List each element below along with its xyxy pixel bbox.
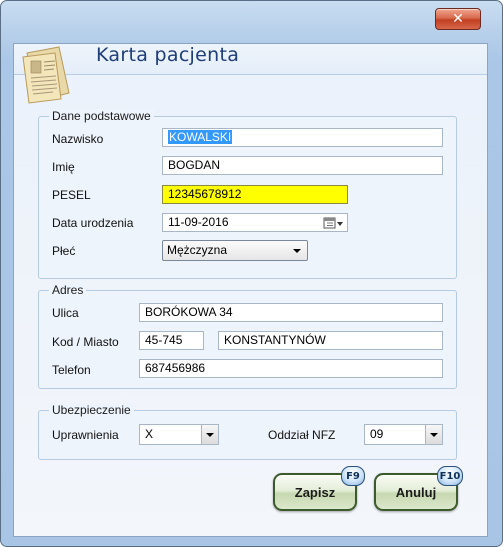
patient-card-icon (22, 46, 70, 104)
birth-date-field[interactable]: 11-09-2016 (162, 213, 348, 232)
city-field[interactable]: KONSTANTYNÓW (218, 331, 443, 350)
nfz-branch-label: Oddział NFZ (268, 428, 336, 442)
nfz-branch-value: 09 (370, 427, 384, 441)
rights-value: X (145, 427, 154, 441)
postal-city-label: Kod / Miasto (52, 335, 119, 349)
close-button[interactable]: ✕ (435, 8, 481, 30)
phone-field[interactable]: 687456986 (139, 359, 443, 378)
nfz-dropdown-button[interactable] (425, 425, 442, 444)
pesel-field[interactable]: 12345678912 (162, 185, 348, 204)
phone-label: Telefon (52, 363, 91, 377)
cancel-shortcut-badge: F10 (437, 466, 463, 486)
first-name-field[interactable]: BOGDAN (162, 156, 443, 175)
rights-select[interactable]: X (139, 424, 219, 445)
rights-dropdown-button[interactable] (201, 425, 218, 444)
chevron-down-icon (206, 433, 214, 437)
surname-field[interactable]: KOWALSKI (162, 128, 443, 147)
birth-date-label: Data urodzenia (52, 216, 134, 230)
surname-value: KOWALSKI (168, 130, 233, 144)
birth-date-value: 11-09-2016 (168, 215, 229, 229)
street-label: Ulica (52, 306, 79, 320)
address-legend: Adres (49, 283, 87, 297)
nfz-branch-select[interactable]: 09 (364, 424, 443, 445)
sex-select[interactable]: Mężczyzna (162, 240, 308, 261)
rights-label: Uprawnienia (52, 428, 119, 442)
save-button-label: Zapisz (294, 484, 336, 500)
surname-label: Nazwisko (52, 132, 104, 146)
sex-label: Płeć (52, 244, 76, 258)
postal-code-field[interactable]: 45-745 (139, 331, 204, 350)
street-field[interactable]: BORÓKOWA 34 (139, 303, 443, 322)
chevron-down-icon (430, 433, 438, 437)
insurance-legend: Ubezpieczenie (49, 403, 134, 417)
pesel-label: PESEL (52, 188, 91, 202)
basic-data-legend: Dane podstawowe (49, 109, 154, 123)
close-icon: ✕ (452, 11, 464, 27)
chevron-down-icon (293, 249, 301, 253)
patient-card-window: ✕ Karta pacjenta Dane podstawowe Nazwisk… (0, 0, 503, 547)
save-shortcut-badge: F9 (341, 466, 365, 486)
calendar-icon[interactable] (323, 216, 345, 230)
cancel-button-label: Anuluj (395, 484, 437, 500)
first-name-label: Imię (52, 160, 75, 174)
header-band: Karta pacjenta (14, 44, 487, 75)
sex-value: Mężczyzna (167, 243, 228, 257)
page-title: Karta pacjenta (96, 44, 240, 66)
